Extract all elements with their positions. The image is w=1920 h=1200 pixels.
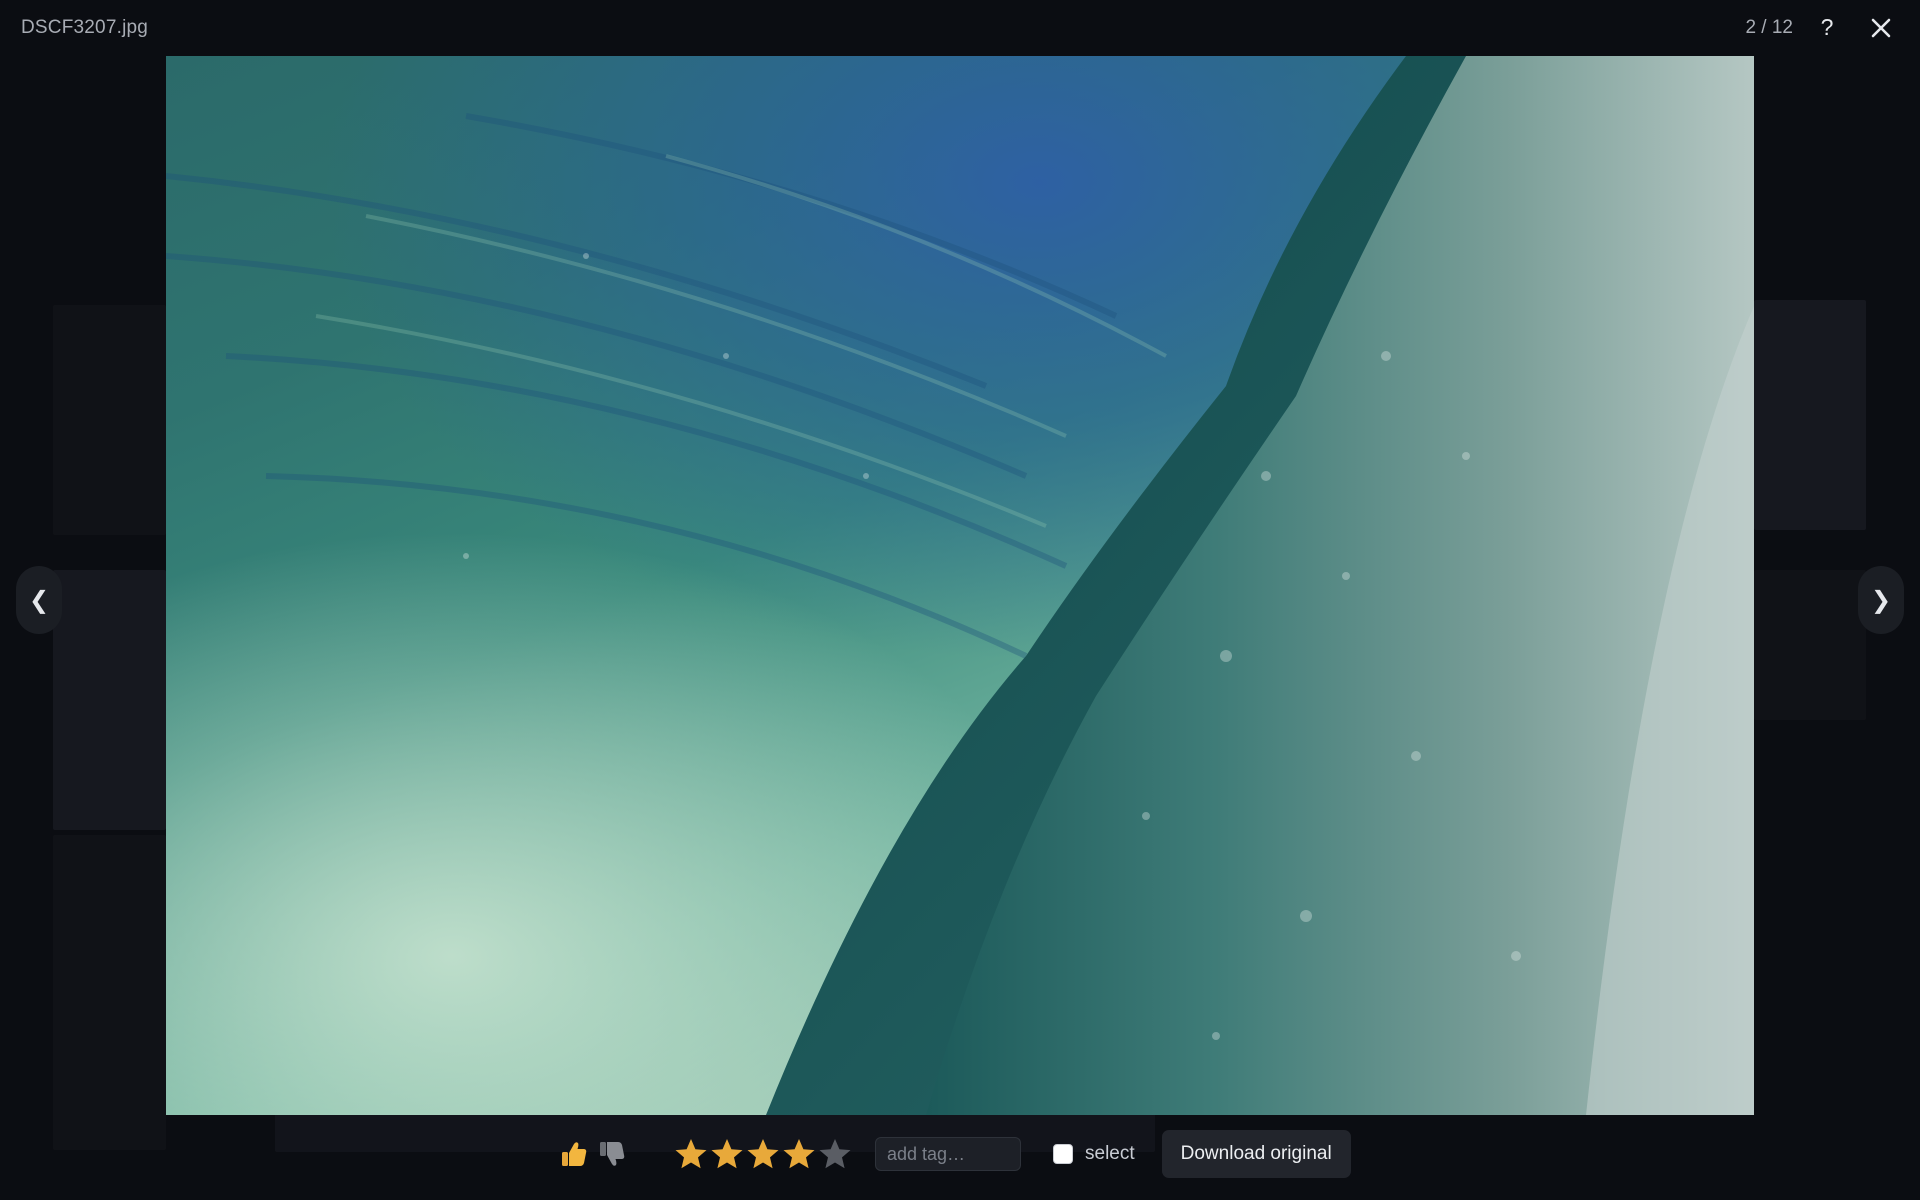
photo-toolbar: select Download original <box>557 1130 1351 1178</box>
star-3[interactable] <box>745 1136 781 1172</box>
star-filled-icon <box>675 1139 707 1169</box>
like-button[interactable] <box>557 1137 591 1171</box>
star-5[interactable] <box>817 1136 853 1172</box>
thumbs-up-icon <box>562 1142 587 1166</box>
star-1[interactable] <box>673 1136 709 1172</box>
previous-photo-button[interactable]: ❮ <box>16 566 62 634</box>
star-4[interactable] <box>781 1136 817 1172</box>
tag-input[interactable] <box>875 1137 1021 1171</box>
dislike-button[interactable] <box>595 1137 629 1171</box>
select-label: select <box>1085 1143 1135 1164</box>
select-checkbox[interactable] <box>1053 1144 1073 1164</box>
star-empty-icon <box>819 1139 851 1169</box>
wave-photo-image <box>166 56 1754 1115</box>
photo-counter: 2 / 12 <box>1745 17 1793 38</box>
filename-label: DSCF3207.jpg <box>21 17 149 38</box>
next-photo-button[interactable]: ❯ <box>1858 566 1904 634</box>
download-original-button[interactable]: Download original <box>1161 1130 1351 1178</box>
close-icon <box>1871 18 1891 38</box>
main-photo <box>166 56 1754 1115</box>
photo-viewer: DSCF3207.jpg 2 / 12 ? ❮ ❯ add tag… selec… <box>0 0 1920 1200</box>
star-2[interactable] <box>709 1136 745 1172</box>
star-filled-icon <box>711 1139 743 1169</box>
star-filled-icon <box>783 1139 815 1169</box>
star-rating <box>673 1136 853 1172</box>
close-button[interactable] <box>1865 12 1897 44</box>
help-button[interactable]: ? <box>1812 12 1842 42</box>
thumbs-down-icon <box>600 1142 625 1166</box>
select-toggle[interactable]: select <box>1053 1143 1135 1165</box>
star-filled-icon <box>747 1139 779 1169</box>
viewer-header: DSCF3207.jpg 2 / 12 ? <box>0 0 1920 56</box>
